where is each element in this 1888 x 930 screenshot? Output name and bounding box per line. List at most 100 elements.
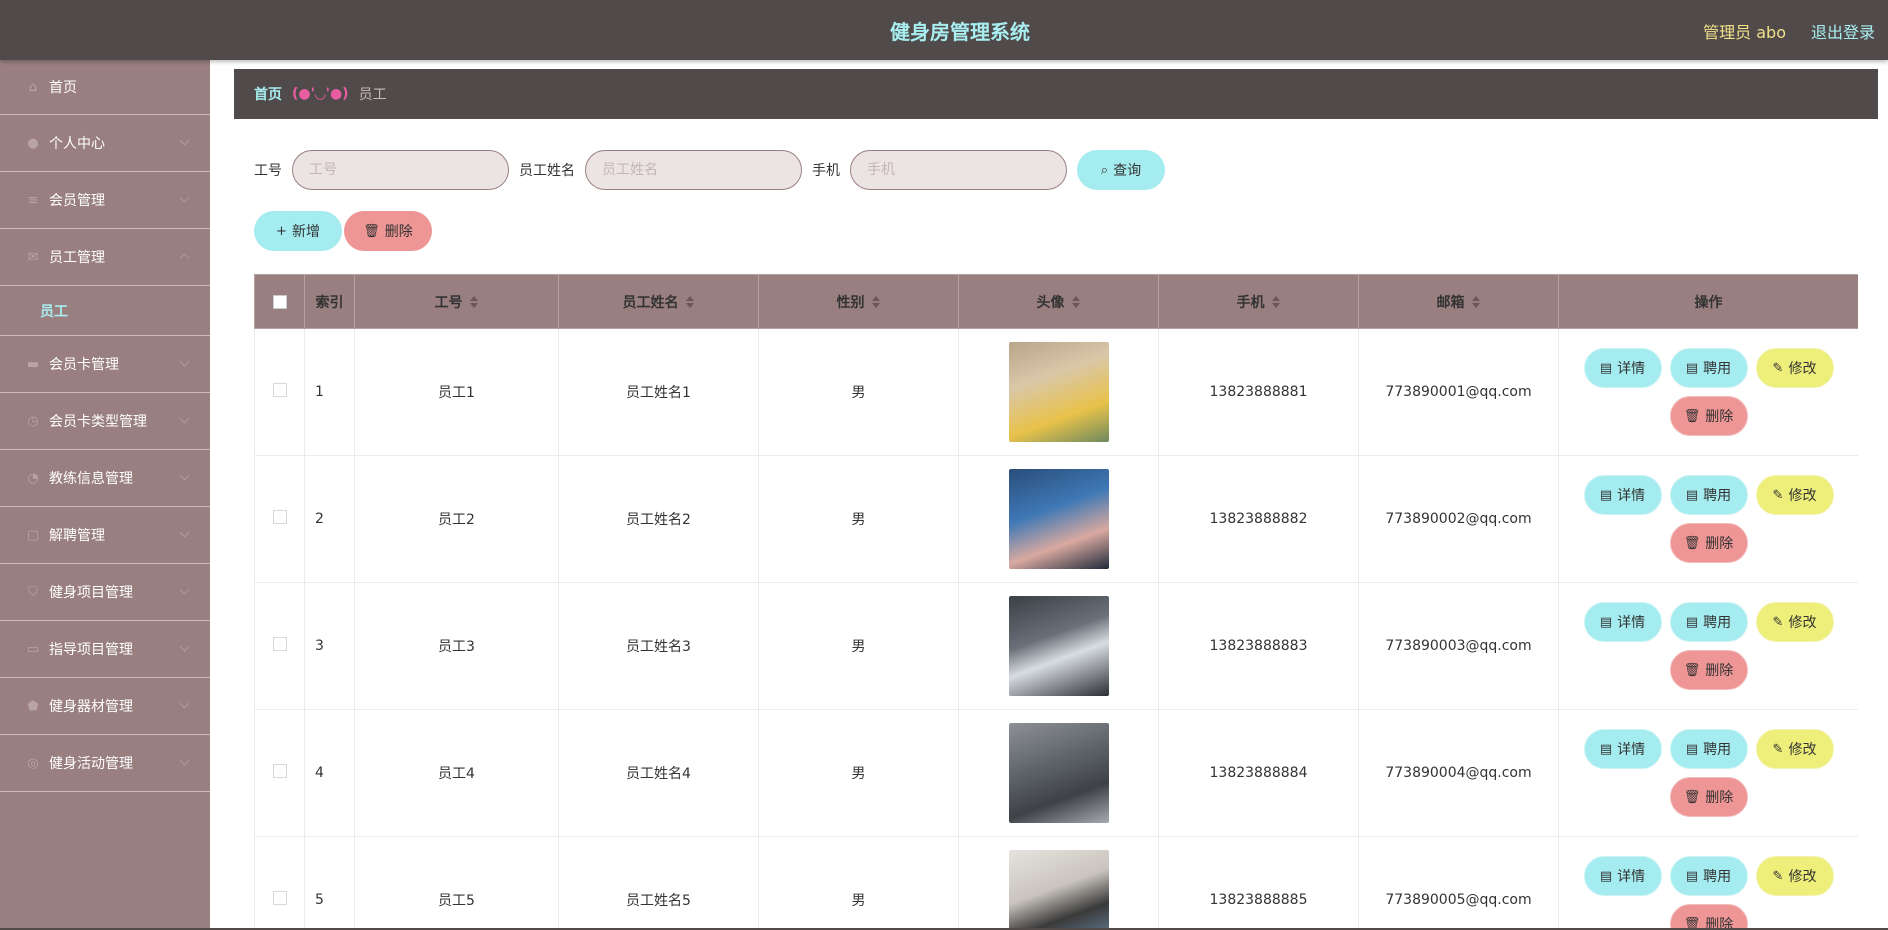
sidebar-item-label: 指导项目管理 (49, 642, 133, 658)
delete-button[interactable]: 🗑 删除 (1669, 777, 1748, 817)
delete-button[interactable]: 🗑 删除 (1669, 523, 1748, 563)
sidebar-item-card-type[interactable]: ◷ 会员卡类型管理 (0, 393, 210, 450)
sort-icon[interactable] (871, 295, 881, 310)
email-header[interactable]: 邮箱 (1358, 274, 1559, 329)
row-checkbox[interactable] (272, 764, 287, 778)
edit-button[interactable]: ✎ 修改 (1755, 475, 1834, 515)
query-button[interactable]: ⌕ 查询 (1077, 150, 1165, 190)
index-cell: 3 (304, 582, 355, 710)
sidebar-item-label: 会员卡类型管理 (49, 414, 147, 430)
detail-button[interactable]: ▤ 详情 (1583, 856, 1662, 896)
delete-button[interactable]: 🗑 删除 (1669, 396, 1748, 436)
sidebar-item-personal-center[interactable]: ● 个人中心 (0, 115, 210, 172)
row-actions: ▤ 详情 ▤ 聘用 ✎ 修改 🗑 删除 (1574, 348, 1844, 436)
sidebar-item-coach-info[interactable]: ◔ 教练信息管理 (0, 450, 210, 507)
sidebar-item-activity[interactable]: ◎ 健身活动管理 (0, 735, 210, 792)
sidebar-item-fitness-project[interactable]: ⛉ 健身项目管理 (0, 564, 210, 621)
row-actions-second-line: 🗑 删除 (1574, 523, 1844, 563)
detail-button[interactable]: ▤ 详情 (1583, 602, 1662, 642)
avatar-image[interactable] (1008, 723, 1109, 823)
breadcrumb-home[interactable]: 首页 (254, 84, 282, 104)
plus-icon: + (276, 223, 287, 239)
sort-icon[interactable] (1471, 295, 1481, 310)
add-button[interactable]: + 新增 (254, 211, 342, 251)
edit-button[interactable]: ✎ 修改 (1755, 602, 1834, 642)
sidebar-subitem-employee[interactable]: 员工 (0, 286, 210, 336)
row-select-cell[interactable] (254, 836, 305, 930)
hire-button-label: 聘用 (1703, 742, 1732, 758)
avatar-image[interactable] (1008, 469, 1109, 569)
hire-button[interactable]: ▤ 聘用 (1669, 475, 1748, 515)
avatar-header[interactable]: 头像 (958, 274, 1159, 329)
sidebar-item-home[interactable]: ⌂ 首页 (0, 60, 210, 115)
sidebar-item-guidance-project[interactable]: ▭ 指导项目管理 (0, 621, 210, 678)
detail-button[interactable]: ▤ 详情 (1583, 348, 1662, 388)
hire-button-label: 聘用 (1703, 615, 1732, 631)
detail-button[interactable]: ▤ 详情 (1583, 729, 1662, 769)
email-cell: 773890003@qq.com (1358, 582, 1559, 710)
phone-header[interactable]: 手机 (1158, 274, 1359, 329)
row-checkbox[interactable] (272, 383, 287, 397)
delete-button-label: 删除 (1705, 663, 1734, 679)
select-all-header[interactable] (254, 274, 305, 329)
row-actions: ▤ 详情 ▤ 聘用 ✎ 修改 🗑 删除 (1574, 602, 1844, 690)
delete-button[interactable]: 🗑 删除 (1669, 650, 1748, 690)
card-icon: ▬ (26, 356, 40, 372)
chevron-down-icon (179, 470, 190, 481)
row-actions: ▤ 详情 ▤ 聘用 ✎ 修改 🗑 删除 (1574, 856, 1844, 930)
pencil-icon: ✎ (1772, 868, 1784, 884)
hire-button[interactable]: ▤ 聘用 (1669, 348, 1748, 388)
logout-link[interactable]: 退出登录 (1811, 19, 1875, 43)
row-select-cell[interactable] (254, 455, 305, 583)
sort-icon[interactable] (469, 295, 479, 310)
name-cell: 员工姓名1 (558, 328, 759, 456)
sort-icon[interactable] (1071, 295, 1081, 310)
name-cell: 员工姓名4 (558, 709, 759, 837)
name-header[interactable]: 员工姓名 (558, 274, 759, 329)
trash-icon: 🗑 (1683, 535, 1701, 551)
sort-icon[interactable] (1271, 295, 1281, 310)
batch-delete-button[interactable]: 🗑 删除 (344, 211, 432, 251)
row-actions: ▤ 详情 ▤ 聘用 ✎ 修改 🗑 删除 (1574, 475, 1844, 563)
document-icon: ▤ (1599, 741, 1613, 757)
row-checkbox[interactable] (272, 637, 287, 651)
sidebar-item-equipment[interactable]: ⬟ 健身器材管理 (0, 678, 210, 735)
hire-button[interactable]: ▤ 聘用 (1669, 856, 1748, 896)
user-icon: ● (27, 135, 39, 151)
avatar-image[interactable] (1008, 850, 1109, 930)
select-all-checkbox[interactable] (272, 294, 287, 309)
delete-button[interactable]: 🗑 删除 (1669, 904, 1748, 930)
sort-icon[interactable] (685, 295, 695, 310)
edit-button[interactable]: ✎ 修改 (1755, 729, 1834, 769)
hire-button[interactable]: ▤ 聘用 (1669, 729, 1748, 769)
edit-button[interactable]: ✎ 修改 (1755, 856, 1834, 896)
employee-no-input[interactable] (292, 150, 509, 190)
folder-icon: ▭ (26, 641, 40, 657)
chevron-down-icon (179, 698, 190, 709)
hire-button[interactable]: ▤ 聘用 (1669, 602, 1748, 642)
chevron-down-icon (179, 584, 190, 595)
top-header: 健身房管理系统 管理员 abo 退出登录 (0, 0, 1888, 60)
edit-button[interactable]: ✎ 修改 (1755, 348, 1834, 388)
gender-header[interactable]: 性别 (758, 274, 959, 329)
detail-button[interactable]: ▤ 详情 (1583, 475, 1662, 515)
phone-input[interactable] (850, 150, 1067, 190)
chevron-up-icon (179, 253, 190, 264)
avatar-image[interactable] (1008, 342, 1109, 442)
avatar-image[interactable] (1008, 596, 1109, 696)
row-checkbox[interactable] (272, 891, 287, 905)
pencil-icon: ✎ (1772, 360, 1784, 376)
add-button-label: 新增 (291, 224, 320, 240)
row-actions-second-line: 🗑 删除 (1574, 650, 1844, 690)
sidebar-item-member-management[interactable]: ≡ 会员管理 (0, 172, 210, 229)
sidebar-item-membership-card[interactable]: ▬ 会员卡管理 (0, 336, 210, 393)
employee-name-input[interactable] (585, 150, 802, 190)
row-select-cell[interactable] (254, 582, 305, 710)
employee-no-header[interactable]: 工号 (354, 274, 559, 329)
sidebar-item-employee-management[interactable]: ✉ 员工管理 (0, 229, 210, 286)
phone-cell: 13823888885 (1158, 836, 1359, 930)
row-checkbox[interactable] (272, 510, 287, 524)
row-select-cell[interactable] (254, 328, 305, 456)
sidebar-item-dismissal[interactable]: ▢ 解聘管理 (0, 507, 210, 564)
row-select-cell[interactable] (254, 709, 305, 837)
